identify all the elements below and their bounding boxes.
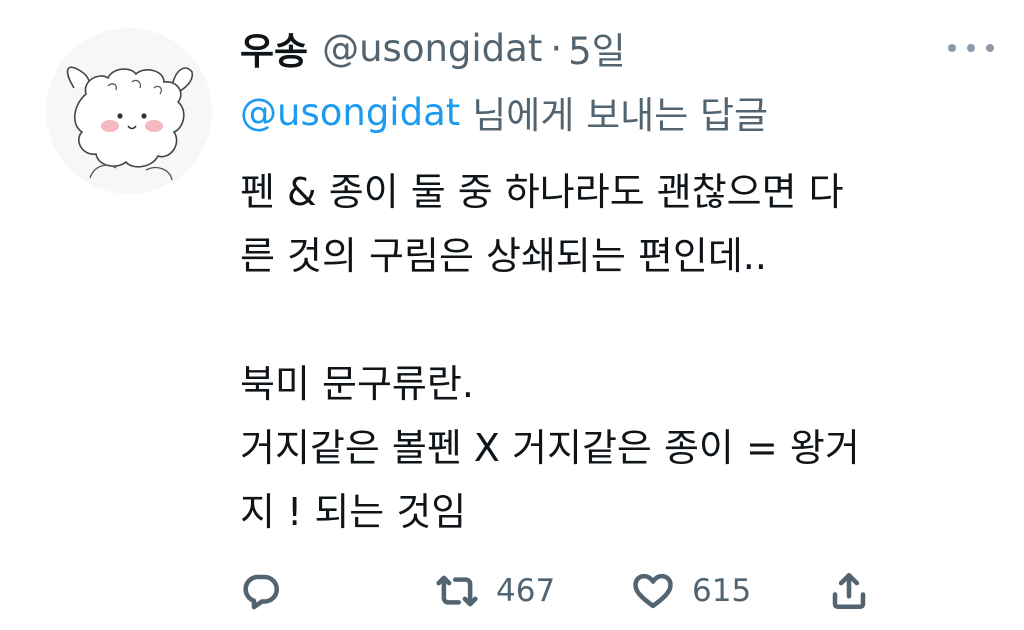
share-icon [832, 572, 866, 610]
tweet-text: 펜 & 종이 둘 중 하나라도 괜찮으면 다 른 것의 구림은 상쇄되는 편인데… [240, 160, 1000, 544]
reply-handle-link[interactable]: @usongidat [240, 91, 460, 134]
tweet-header: 우송 @usongidat · 5일 [240, 20, 626, 76]
retweet-count: 467 [496, 573, 556, 609]
like-count: 615 [692, 573, 752, 609]
more-icon-dot [967, 44, 975, 52]
tweet-line: 지 ! 되는 것임 [240, 490, 467, 534]
display-name[interactable]: 우송 [240, 21, 308, 75]
replying-to: @usongidat 님에게 보내는 답글 [240, 84, 768, 140]
author-handle[interactable]: @usongidat [322, 27, 542, 70]
tweet-line: 펜 & 종이 둘 중 하나라도 괜찮으면 다 [240, 170, 844, 214]
tweet-line: 거지같은 볼펜 X 거지같은 종이 = 왕거 [240, 426, 860, 470]
timestamp[interactable]: 5일 [568, 21, 626, 75]
heart-icon [633, 573, 673, 609]
more-icon-dot [948, 44, 956, 52]
retweet-button[interactable]: 467 [436, 566, 555, 616]
share-button[interactable] [828, 566, 870, 616]
tweet-line [240, 288, 1000, 352]
avatar[interactable] [46, 28, 212, 194]
reply-icon [243, 574, 280, 610]
reply-button[interactable] [240, 566, 282, 616]
tweet-line: 른 것의 구림은 상쇄되는 편인데.. [240, 234, 767, 278]
tweet-line: 북미 문구류란. [240, 362, 474, 406]
tweet-actions: 467 615 [240, 566, 880, 616]
more-icon-dot [986, 44, 994, 52]
alpaca-icon [66, 66, 194, 181]
more-button[interactable] [948, 34, 994, 62]
retweet-icon [436, 575, 478, 607]
like-button[interactable]: 615 [632, 566, 751, 616]
separator-dot: · [550, 26, 563, 70]
reply-suffix: 님에게 보내는 답글 [472, 94, 769, 137]
